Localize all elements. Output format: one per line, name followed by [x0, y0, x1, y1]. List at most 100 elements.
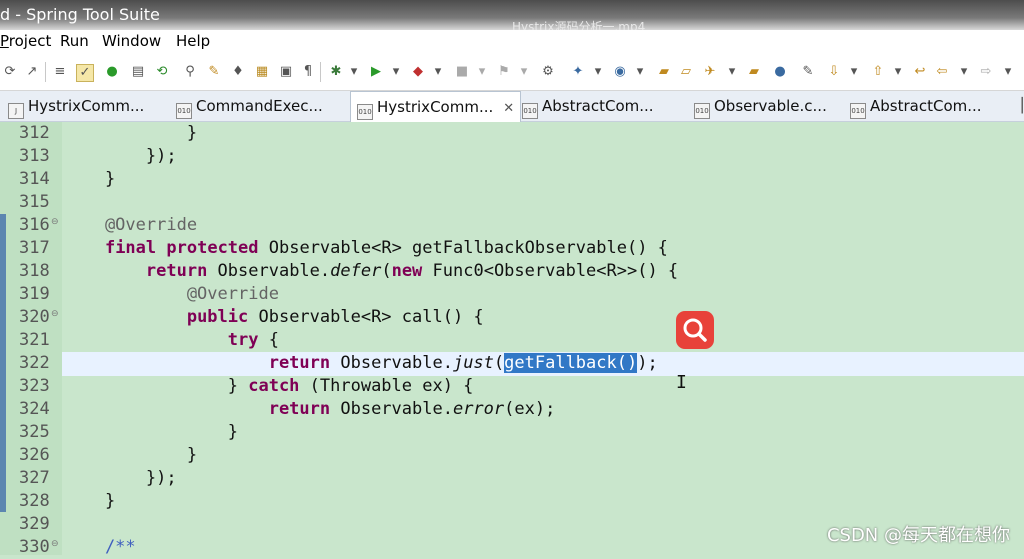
code-line: 321 try { — [0, 329, 1024, 352]
code-line: 320 ⊖ public Observable<R> call() { — [0, 306, 1024, 329]
code-editor[interactable]: 312 } 313 }); 314 } 315 316 ⊖ @Override … — [0, 122, 1024, 557]
fold-collapse-icon[interactable]: ⊖ — [51, 217, 59, 227]
more-tabs-icon[interactable]: ▕ — [1012, 91, 1023, 121]
next-annotation-icon[interactable]: ⇩ — [826, 64, 842, 80]
line-number: 323 — [19, 376, 50, 396]
stop-icon[interactable]: ■ — [454, 64, 470, 80]
open-type-icon[interactable]: ▰ — [656, 64, 672, 80]
chevron-down-icon[interactable]: ▾ — [846, 64, 862, 80]
open-folder-icon[interactable]: ▱ — [678, 64, 694, 80]
selected-text: getFallback() — [504, 353, 638, 373]
chevron-down-icon[interactable]: ▾ — [388, 64, 404, 80]
open-task-icon[interactable]: ✈ — [702, 64, 718, 80]
search-icon[interactable] — [676, 311, 714, 349]
tab-abstractcommand-2[interactable]: 010 AbstractCom... — [850, 91, 982, 121]
tab-observable[interactable]: 010 Observable.c... — [694, 91, 827, 121]
tab-commandexecution[interactable]: 010 CommandExec... — [176, 91, 323, 121]
menu-window[interactable]: Window — [102, 32, 161, 50]
code-line: 324 return Observable.error(ex); — [0, 398, 1024, 421]
tab-hystrixcommand-java[interactable]: J HystrixComm... — [8, 91, 144, 121]
code-line: 322 return Observable.just(getFallback()… — [0, 352, 1024, 375]
spring-icon[interactable]: ● — [104, 64, 120, 80]
static-method: just — [452, 353, 494, 373]
last-edit-icon[interactable]: ↩ — [912, 64, 928, 80]
tab-hystrixcommand-active[interactable]: 010 HystrixComm... ✕ — [350, 91, 522, 123]
static-method: defer — [330, 261, 382, 281]
code-text: }); — [64, 146, 177, 166]
chevron-down-icon[interactable]: ▾ — [590, 64, 606, 80]
class-file-icon: 010 — [850, 103, 866, 119]
globe-icon[interactable]: ● — [772, 64, 788, 80]
new-class-icon[interactable]: ◉ — [612, 64, 628, 80]
code-text: } — [64, 422, 238, 442]
chevron-down-icon[interactable]: ▾ — [724, 64, 740, 80]
window-title: d - Spring Tool Suite — [0, 5, 160, 24]
code-line: 323 } catch (Throwable ex) { — [0, 375, 1024, 398]
new-wizard-icon[interactable]: ✦ — [570, 64, 586, 80]
menu-bar: Project Run Window Help — [0, 30, 1024, 54]
close-icon[interactable]: ✕ — [503, 101, 514, 116]
code-text: final protected Observable<R> getFallbac… — [104, 238, 668, 258]
back-icon[interactable]: ⇦ — [934, 64, 950, 80]
class-file-icon: 010 — [694, 103, 710, 119]
toggle-mark-icon[interactable]: ✓ — [76, 64, 94, 82]
deploy-icon[interactable]: ⚑ — [496, 64, 512, 80]
brush-icon[interactable]: ♦ — [230, 64, 246, 80]
code-line: 314 } — [0, 168, 1024, 191]
block-select-icon[interactable]: ▤ — [130, 64, 146, 80]
tab-label: CommandExec... — [196, 97, 323, 115]
keyword: catch — [248, 376, 300, 396]
code-line: 328 } — [0, 490, 1024, 513]
refresh-icon[interactable]: ⟳ — [2, 64, 18, 80]
search-folder-icon[interactable]: ▰ — [746, 64, 762, 80]
watermark: CSDN @每天都在想你 — [826, 525, 1010, 546]
menu-project[interactable]: Project — [0, 32, 51, 50]
menu-run[interactable]: Run — [60, 32, 89, 50]
run-icon[interactable]: ▶ — [368, 64, 384, 80]
external-tools-icon[interactable]: ◆ — [410, 64, 426, 80]
line-number: 319 — [19, 284, 50, 304]
annotation-icon[interactable]: ▦ — [254, 64, 270, 80]
prev-annotation-icon[interactable]: ⇧ — [870, 64, 886, 80]
chevron-down-icon[interactable]: ▾ — [430, 64, 446, 80]
chevron-down-icon[interactable]: ▾ — [956, 64, 972, 80]
line-number: 315 — [19, 192, 50, 212]
keyword: public — [186, 307, 249, 327]
pilcrow-icon[interactable]: ¶ — [300, 64, 316, 80]
toolbar-separator — [320, 62, 321, 82]
line-number: 327 — [19, 468, 50, 488]
fold-collapse-icon[interactable]: ⊖ — [51, 309, 59, 319]
boot-dashboard-icon[interactable]: ⚙ — [540, 64, 556, 80]
doc-icon[interactable]: ▣ — [278, 64, 294, 80]
fold-collapse-icon[interactable]: ⊖ — [51, 539, 59, 549]
share-icon[interactable]: ↗ — [24, 64, 40, 80]
keyword: protected — [166, 238, 259, 258]
code-text: return Observable.error(ex); — [268, 399, 556, 419]
chevron-down-icon[interactable]: ▾ — [1000, 64, 1016, 80]
chevron-down-icon[interactable]: ▾ — [346, 64, 362, 80]
sync-icon[interactable]: ⟲ — [154, 64, 170, 80]
chevron-down-icon[interactable]: ▾ — [516, 64, 532, 80]
keyword: try — [227, 330, 259, 350]
list-icon[interactable]: ≡ — [52, 64, 68, 80]
chevron-down-icon[interactable]: ▾ — [632, 64, 648, 80]
forward-icon[interactable]: ⇨ — [978, 64, 994, 80]
code-line: 312 } — [0, 122, 1024, 145]
debug-icon[interactable]: ✱ — [328, 64, 344, 80]
code-line: 327 }); — [0, 467, 1024, 490]
pin-icon[interactable]: ⚲ — [182, 64, 198, 80]
line-number: 329 — [19, 514, 50, 534]
menu-help[interactable]: Help — [176, 32, 210, 50]
line-number: 325 — [19, 422, 50, 442]
annotation-nav-icon[interactable]: ✎ — [800, 64, 816, 80]
tab-abstractcommand[interactable]: 010 AbstractCom... — [522, 91, 654, 121]
line-number: 322 — [19, 353, 50, 373]
line-number: 324 — [19, 399, 50, 419]
chevron-down-icon[interactable]: ▾ — [890, 64, 906, 80]
chevron-down-icon[interactable]: ▾ — [474, 64, 490, 80]
code-text: return Observable.just(getFallback()); — [268, 353, 658, 373]
title-bar: d - Spring Tool Suite Hystrix源码分析一.mp4 — [0, 0, 1024, 34]
line-number: 328 — [19, 491, 50, 511]
menu-project-mnemonic: P — [0, 32, 9, 50]
highlight-icon[interactable]: ✎ — [206, 64, 222, 80]
